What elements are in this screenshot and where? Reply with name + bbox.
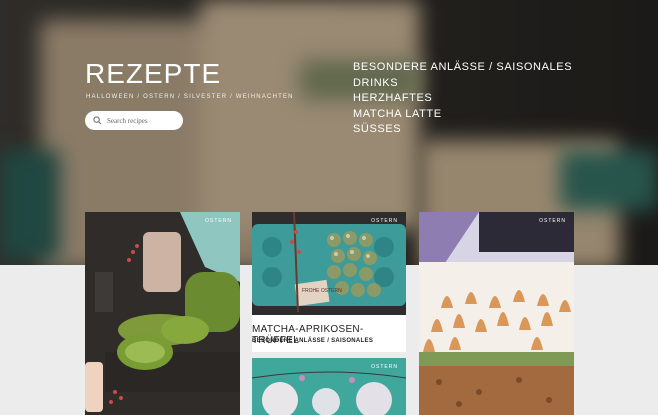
category-link-herzhaftes[interactable]: HERZHAFTES [353,91,572,107]
card-tag: OSTERN [371,364,398,370]
search-box[interactable] [85,111,183,130]
category-nav: BESONDERE ANLÄSSE / SAISONALES DRINKS HE… [353,60,572,138]
recipe-category[interactable]: BESONDERE ANLÄSSE / SAISONALES [252,338,373,344]
card-tag: OSTERN [205,218,232,224]
category-link-suesses[interactable]: SÜSSES [353,122,572,138]
category-link-besondere-anlaesse[interactable]: BESONDERE ANLÄSSE / SAISONALES [353,60,572,76]
search-input[interactable] [107,116,177,125]
recipe-image-meringue-cake [419,212,574,415]
category-link-matcha-latte[interactable]: MATCHA LATTE [353,107,572,123]
card-tag: OSTERN [371,218,398,224]
recipe-card[interactable]: OSTERN [85,212,240,415]
recipe-image-matcha-truffles [252,212,406,315]
recipe-card[interactable]: FROHE OSTERN OSTERN MATCHA-APRIKOSEN-TRÜ… [252,212,406,352]
page-subtitle: HALLOWEEN / OSTERN / SILVESTER / WEIHNAC… [86,94,294,100]
category-link-drinks[interactable]: DRINKS [353,76,572,92]
card-image-label: FROHE OSTERN [302,288,342,294]
recipe-card[interactable]: OSTERN [419,212,574,415]
page-title: REZEPTE [85,58,222,89]
search-icon [93,116,102,125]
recipe-image-matcha-roll [85,212,240,415]
card-tag: OSTERN [539,218,566,224]
recipe-card[interactable]: OSTERN [252,358,406,415]
